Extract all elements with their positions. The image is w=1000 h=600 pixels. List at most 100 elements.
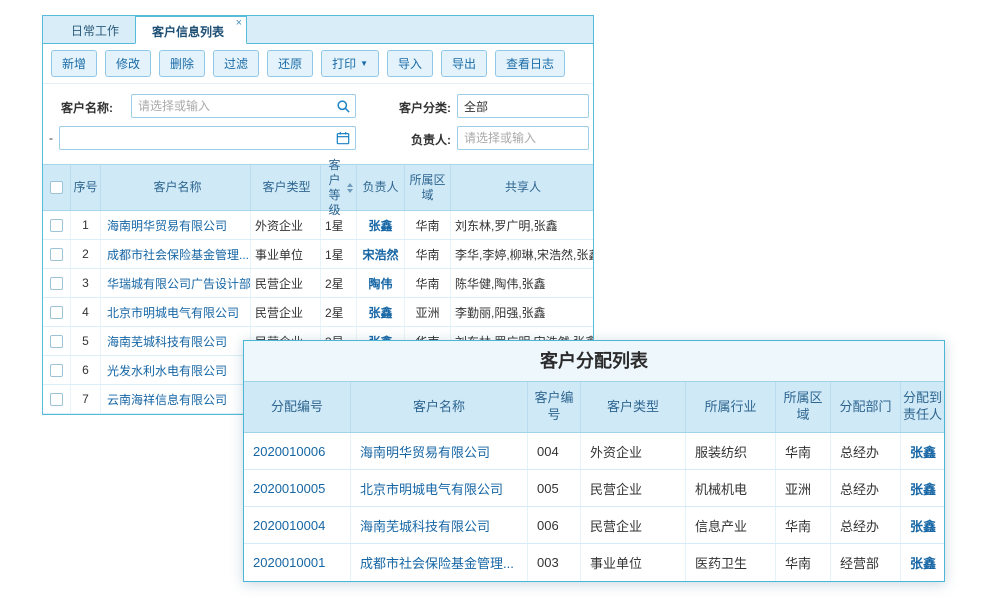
owner-link[interactable]: 宋浩然 (357, 240, 405, 268)
customer-allocation-panel: 客户分配列表 分配编号 客户名称 客户编号 客户类型 所属行业 所属区域 分配部… (243, 340, 945, 582)
customer-level-cell: 1星 (321, 240, 357, 268)
restore-button[interactable]: 还原 (267, 50, 313, 77)
column-header-customer-no: 客户编号 (528, 382, 581, 432)
customer-name-label: 客户名称: (61, 99, 113, 116)
customer-no-cell: 005 (528, 470, 581, 506)
customer-name-link[interactable]: 北京市明城电气有限公司 (101, 298, 251, 326)
owner-input[interactable] (457, 126, 589, 150)
column-header-region: 所属区域 (405, 165, 451, 210)
date-input[interactable] (59, 126, 356, 150)
customer-level-cell: 2星 (321, 298, 357, 326)
shared-people-cell: 刘东林,罗广明,张鑫 (451, 211, 593, 239)
tab-bar: 日常工作 客户信息列表 × (43, 16, 593, 44)
customer-type-cell: 民营企业 (251, 298, 321, 326)
allocation-table-row: 2020010005 北京市明城电气有限公司 005 民营企业 机械机电 亚洲 … (244, 470, 944, 507)
owner-label: 负责人: (379, 131, 451, 148)
customer-no-cell: 006 (528, 507, 581, 543)
region-cell: 亚洲 (405, 298, 451, 326)
select-all-checkbox[interactable] (50, 181, 63, 194)
modify-button[interactable]: 修改 (105, 50, 151, 77)
department-cell: 总经办 (831, 470, 901, 506)
customer-name-link[interactable]: 海南芜城科技有限公司 (351, 507, 528, 543)
owner-link[interactable]: 陶伟 (357, 269, 405, 297)
allocation-no-link[interactable]: 2020010004 (244, 507, 351, 543)
shared-people-cell: 李勤丽,阳强,张鑫 (451, 298, 593, 326)
print-label: 打印 (332, 55, 356, 72)
customer-name-link[interactable]: 成都市社会保险基金管理... (101, 240, 251, 268)
customer-name-link[interactable]: 海南明华贸易有限公司 (101, 211, 251, 239)
filter-button[interactable]: 过滤 (213, 50, 259, 77)
tab-customer-info-list[interactable]: 客户信息列表 × (135, 16, 247, 44)
assignee-link[interactable]: 张鑫 (901, 470, 944, 506)
row-checkbox[interactable] (50, 306, 63, 319)
table-header-row: 序号 客户名称 客户类型 客户等级 负责人 所属区域 共享人 (43, 164, 593, 211)
column-header-customer-name: 客户名称 (101, 165, 251, 210)
row-checkbox[interactable] (50, 335, 63, 348)
region-cell: 亚洲 (776, 470, 831, 506)
owner-link[interactable]: 张鑫 (357, 298, 405, 326)
assignee-link[interactable]: 张鑫 (901, 507, 944, 543)
owner-link[interactable]: 张鑫 (357, 211, 405, 239)
table-row: 3 华瑞城有限公司广告设计部 民营企业 2星 陶伟 华南 陈华健,陶伟,张鑫 (43, 269, 593, 298)
assignee-link[interactable]: 张鑫 (901, 544, 944, 581)
allocation-no-link[interactable]: 2020010001 (244, 544, 351, 581)
row-checkbox[interactable] (50, 277, 63, 290)
row-number: 3 (71, 269, 101, 297)
allocation-table-header-row: 分配编号 客户名称 客户编号 客户类型 所属行业 所属区域 分配部门 分配到责任… (244, 381, 944, 433)
row-checkbox[interactable] (50, 393, 63, 406)
close-icon[interactable]: × (236, 18, 242, 29)
customer-name-link[interactable]: 成都市社会保险基金管理... (351, 544, 528, 581)
shared-people-cell: 陈华健,陶伟,张鑫 (451, 269, 593, 297)
customer-category-input[interactable] (457, 94, 589, 118)
column-header-shared: 共享人 (451, 165, 593, 210)
customer-level-cell: 1星 (321, 211, 357, 239)
add-button[interactable]: 新增 (51, 50, 97, 77)
department-cell: 总经办 (831, 433, 901, 469)
export-button[interactable]: 导出 (441, 50, 487, 77)
column-header-assignee: 分配到责任人 (901, 382, 944, 432)
column-header-customer-level[interactable]: 客户等级 (321, 165, 357, 210)
industry-cell: 信息产业 (686, 507, 776, 543)
row-number: 2 (71, 240, 101, 268)
customer-name-link[interactable]: 海南芜城科技有限公司 (101, 327, 251, 355)
customer-category-label: 客户分类: (379, 99, 451, 116)
allocation-no-link[interactable]: 2020010006 (244, 433, 351, 469)
row-checkbox[interactable] (50, 248, 63, 261)
customer-level-cell: 2星 (321, 269, 357, 297)
industry-cell: 机械机电 (686, 470, 776, 506)
allocation-no-link[interactable]: 2020010005 (244, 470, 351, 506)
customer-name-link[interactable]: 光发水利水电有限公司 (101, 356, 251, 384)
delete-button[interactable]: 删除 (159, 50, 205, 77)
view-log-button[interactable]: 查看日志 (495, 50, 565, 77)
tab-daily-work[interactable]: 日常工作 (55, 16, 135, 43)
row-checkbox[interactable] (50, 364, 63, 377)
column-header-department: 分配部门 (831, 382, 901, 432)
customer-type-cell: 外资企业 (581, 433, 686, 469)
sort-icon (347, 183, 354, 193)
column-header-customer-name: 客户名称 (351, 382, 528, 432)
column-header-region: 所属区域 (776, 382, 831, 432)
customer-no-cell: 003 (528, 544, 581, 581)
row-checkbox[interactable] (50, 219, 63, 232)
assignee-link[interactable]: 张鑫 (901, 433, 944, 469)
import-button[interactable]: 导入 (387, 50, 433, 77)
table-row: 4 北京市明城电气有限公司 民营企业 2星 张鑫 亚洲 李勤丽,阳强,张鑫 (43, 298, 593, 327)
column-header-customer-type: 客户类型 (251, 165, 321, 210)
customer-type-cell: 民营企业 (581, 470, 686, 506)
department-cell: 总经办 (831, 507, 901, 543)
customer-type-cell: 民营企业 (251, 269, 321, 297)
region-cell: 华南 (405, 269, 451, 297)
toolbar: 新增 修改 删除 过滤 还原 打印 ▼ 导入 导出 查看日志 (43, 44, 593, 84)
allocation-table-row: 2020010001 成都市社会保险基金管理... 003 事业单位 医药卫生 … (244, 544, 944, 581)
calendar-icon[interactable] (335, 130, 351, 146)
customer-name-input[interactable] (131, 94, 356, 118)
customer-name-link[interactable]: 华瑞城有限公司广告设计部 (101, 269, 251, 297)
customer-name-link[interactable]: 海南明华贸易有限公司 (351, 433, 528, 469)
customer-type-cell: 事业单位 (581, 544, 686, 581)
customer-name-link[interactable]: 北京市明城电气有限公司 (351, 470, 528, 506)
search-icon[interactable] (335, 98, 351, 114)
shared-people-cell: 李华,李婷,柳琳,宋浩然,张鑫 (451, 240, 593, 268)
customer-name-link[interactable]: 云南海祥信息有限公司 (101, 385, 251, 413)
print-button[interactable]: 打印 ▼ (321, 50, 379, 77)
column-header-industry: 所属行业 (686, 382, 776, 432)
